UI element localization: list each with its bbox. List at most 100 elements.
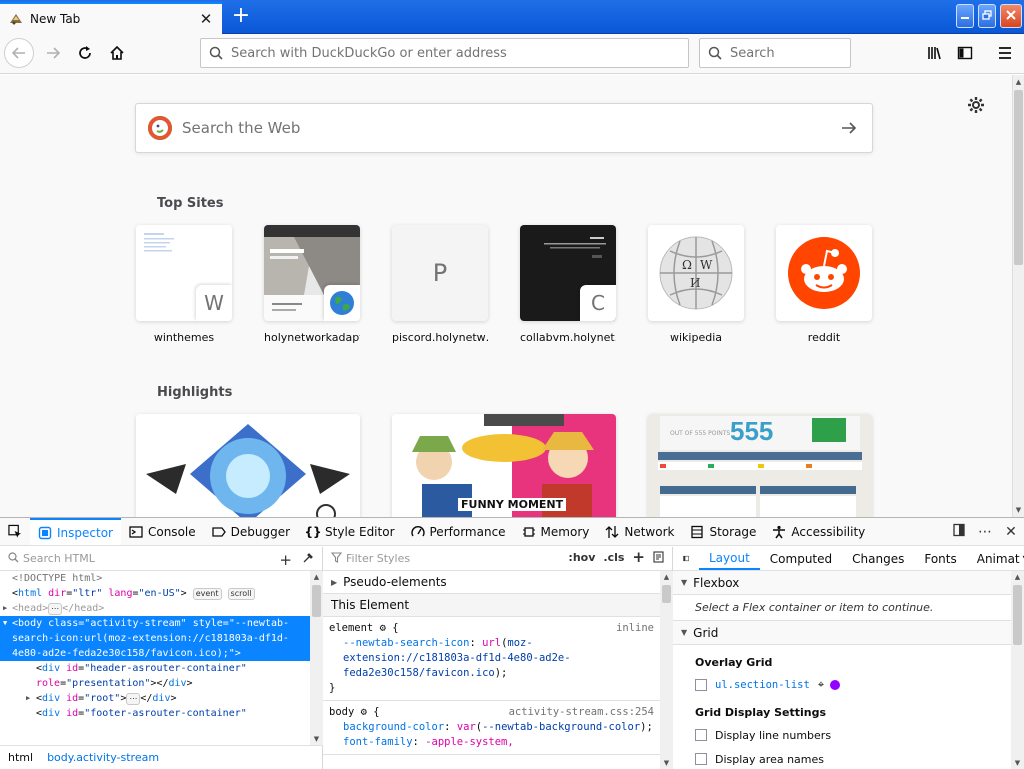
top-site-holynetworkadapter[interactable]: holynetworkadapt… xyxy=(264,225,360,344)
grid-section-toggle[interactable]: ▼ Grid xyxy=(673,621,1011,645)
forward-button[interactable] xyxy=(38,38,68,68)
tab-storage[interactable]: Storage xyxy=(682,518,764,545)
more-options-icon[interactable]: ⋯ xyxy=(972,524,998,540)
markup-node-html[interactable]: <html dir="ltr" lang="en-US"> event scro… xyxy=(0,586,310,601)
library-button[interactable] xyxy=(920,38,950,68)
markup-node-doctype[interactable]: <!DOCTYPE html> xyxy=(0,571,310,586)
scroll-down-arrow-icon[interactable]: ▼ xyxy=(310,733,323,745)
add-node-button[interactable]: + xyxy=(279,551,292,569)
top-site-reddit[interactable]: reddit xyxy=(776,225,872,344)
eyedropper-icon[interactable] xyxy=(302,552,314,567)
markup-node-div-root[interactable]: ▶ <div id="root"> ⋯ </div> xyxy=(0,691,310,706)
web-search-box[interactable]: Search the Web xyxy=(135,103,873,153)
scroll-up-arrow-icon[interactable]: ▲ xyxy=(660,571,673,583)
grid-item-row[interactable]: ul.section-list ⌖ xyxy=(673,673,1011,697)
scrollbar-thumb[interactable] xyxy=(312,585,321,617)
collapse-triangle-icon[interactable]: ▼ xyxy=(3,616,7,631)
breadcrumb-body[interactable]: body.activity-stream xyxy=(47,751,159,764)
scroll-down-arrow-icon[interactable]: ▼ xyxy=(1013,503,1024,517)
layout-scrollbar[interactable]: ▲ ▼ xyxy=(1011,571,1024,769)
rule-source-link[interactable]: activity-stream.css:254 xyxy=(509,705,654,720)
add-rule-button[interactable]: + xyxy=(632,550,645,566)
scrollbar-thumb[interactable] xyxy=(1014,90,1023,265)
devtools-close-icon[interactable]: ✕ xyxy=(998,524,1024,540)
home-button[interactable] xyxy=(102,38,132,68)
highlight-card-3[interactable]: OUT OF 555 POINTS 555 xyxy=(648,414,872,517)
url-bar[interactable]: Search with DuckDuckGo or enter address xyxy=(200,38,689,68)
expand-triangle-icon[interactable]: ▶ xyxy=(26,691,30,706)
collapsed-children-badge[interactable]: ⋯ xyxy=(48,603,63,615)
area-names-checkbox[interactable] xyxy=(695,753,707,765)
grid-overlay-checkbox[interactable] xyxy=(695,679,707,691)
search-bar[interactable]: Search xyxy=(699,38,851,68)
tab-console[interactable]: Console xyxy=(121,518,204,545)
highlight-card-2[interactable]: FUNNY MOMENT xyxy=(392,414,616,517)
pseudo-elements-toggle[interactable]: ▶ Pseudo-elements xyxy=(323,571,660,594)
scrollbar-thumb[interactable] xyxy=(1013,585,1022,645)
hamburger-menu-button[interactable] xyxy=(990,38,1020,68)
rules-scrollbar[interactable]: ▲ ▼ xyxy=(660,571,673,769)
class-toggle[interactable]: .cls xyxy=(603,551,624,566)
search-html-field[interactable]: Search HTML + xyxy=(0,547,322,571)
scrollbar-thumb[interactable] xyxy=(662,585,671,603)
top-site-collabvm[interactable]: C collabvm.holynet… xyxy=(520,225,616,344)
line-numbers-option[interactable]: Display line numbers xyxy=(673,723,1011,747)
tab-debugger[interactable]: Debugger xyxy=(204,518,298,545)
top-site-piscord[interactable]: P piscord.holynetw… xyxy=(392,225,488,344)
sidebar-button[interactable] xyxy=(950,38,980,68)
tab-inspector[interactable]: Inspector xyxy=(30,518,121,545)
toggle-sidebar-icon[interactable] xyxy=(673,547,699,570)
back-button[interactable] xyxy=(4,38,34,68)
print-simulation-icon[interactable] xyxy=(653,551,664,566)
tab-style-editor[interactable]: {} Style Editor xyxy=(298,518,402,545)
grid-color-swatch[interactable] xyxy=(830,680,841,690)
hover-state-toggle[interactable]: :hov xyxy=(568,551,595,566)
dock-side-icon[interactable] xyxy=(946,523,972,541)
window-close-button[interactable] xyxy=(1000,4,1022,28)
flexbox-section-toggle[interactable]: ▼ Flexbox xyxy=(673,571,1011,595)
scroll-up-arrow-icon[interactable]: ▲ xyxy=(1011,571,1024,583)
gear-icon[interactable]: ⚙ xyxy=(380,622,386,634)
scroll-up-arrow-icon[interactable]: ▲ xyxy=(310,571,323,583)
element-picker-button[interactable] xyxy=(0,518,30,545)
markup-scrollbar[interactable]: ▲ ▼ xyxy=(310,571,323,745)
search-submit-arrow-icon[interactable] xyxy=(840,118,858,142)
markup-node-div-footer[interactable]: <div id="footer-asrouter-container" xyxy=(0,706,310,721)
scroll-up-arrow-icon[interactable]: ▲ xyxy=(1013,75,1024,89)
breadcrumb-html[interactable]: html xyxy=(8,751,33,764)
tab-layout[interactable]: Layout xyxy=(699,547,760,570)
tab-new-tab[interactable]: New Tab ✕ xyxy=(0,2,222,34)
tab-close-icon[interactable]: ✕ xyxy=(198,11,214,27)
tab-animations[interactable]: Animat▼ xyxy=(967,547,1024,570)
tab-accessibility[interactable]: Accessibility xyxy=(764,518,873,545)
scroll-down-arrow-icon[interactable]: ▼ xyxy=(660,757,673,769)
filter-styles-field[interactable]: Filter Styles :hov .cls + xyxy=(323,547,672,571)
grid-item-selector[interactable]: ul.section-list xyxy=(715,679,810,691)
collapsed-children-badge[interactable]: ⋯ xyxy=(126,693,141,705)
markup-node-head[interactable]: ▶ <head> ⋯ </head> xyxy=(0,601,310,616)
scroll-down-arrow-icon[interactable]: ▼ xyxy=(1011,757,1024,769)
highlight-target-icon[interactable]: ⌖ xyxy=(818,678,824,692)
tab-computed[interactable]: Computed xyxy=(760,547,842,570)
minimize-button[interactable] xyxy=(956,4,974,28)
expand-triangle-icon[interactable]: ▶ xyxy=(3,601,7,616)
scroll-badge[interactable]: scroll xyxy=(227,588,255,600)
rule-element[interactable]: element ⚙ { inline --newtab-search-icon:… xyxy=(323,617,660,701)
markup-tree[interactable]: <!DOCTYPE html> <html dir="ltr" lang="en… xyxy=(0,571,310,745)
top-site-winthemes[interactable]: W winthemes xyxy=(136,225,232,344)
markup-node-body-selected[interactable]: ▼ <body class="activity-stream" style="--… xyxy=(0,616,310,661)
top-site-wikipedia[interactable]: ΩWИ wikipedia xyxy=(648,225,744,344)
highlight-card-1[interactable] xyxy=(136,414,360,517)
page-scrollbar[interactable]: ▲ ▼ xyxy=(1012,75,1024,517)
settings-gear-icon[interactable] xyxy=(966,95,986,115)
tab-changes[interactable]: Changes xyxy=(842,547,914,570)
tab-network[interactable]: Network xyxy=(597,518,682,545)
area-names-option[interactable]: Display area names xyxy=(673,747,1011,769)
rule-body[interactable]: body ⚙ { activity-stream.css:254 backgro… xyxy=(323,701,660,755)
markup-node-div-header[interactable]: <div id="header-asrouter-container" role… xyxy=(0,661,310,691)
restore-button[interactable] xyxy=(978,4,996,28)
reload-button[interactable] xyxy=(70,38,100,68)
new-tab-button[interactable]: + xyxy=(228,4,254,30)
event-badge[interactable]: event xyxy=(192,588,222,600)
line-numbers-checkbox[interactable] xyxy=(695,729,707,741)
